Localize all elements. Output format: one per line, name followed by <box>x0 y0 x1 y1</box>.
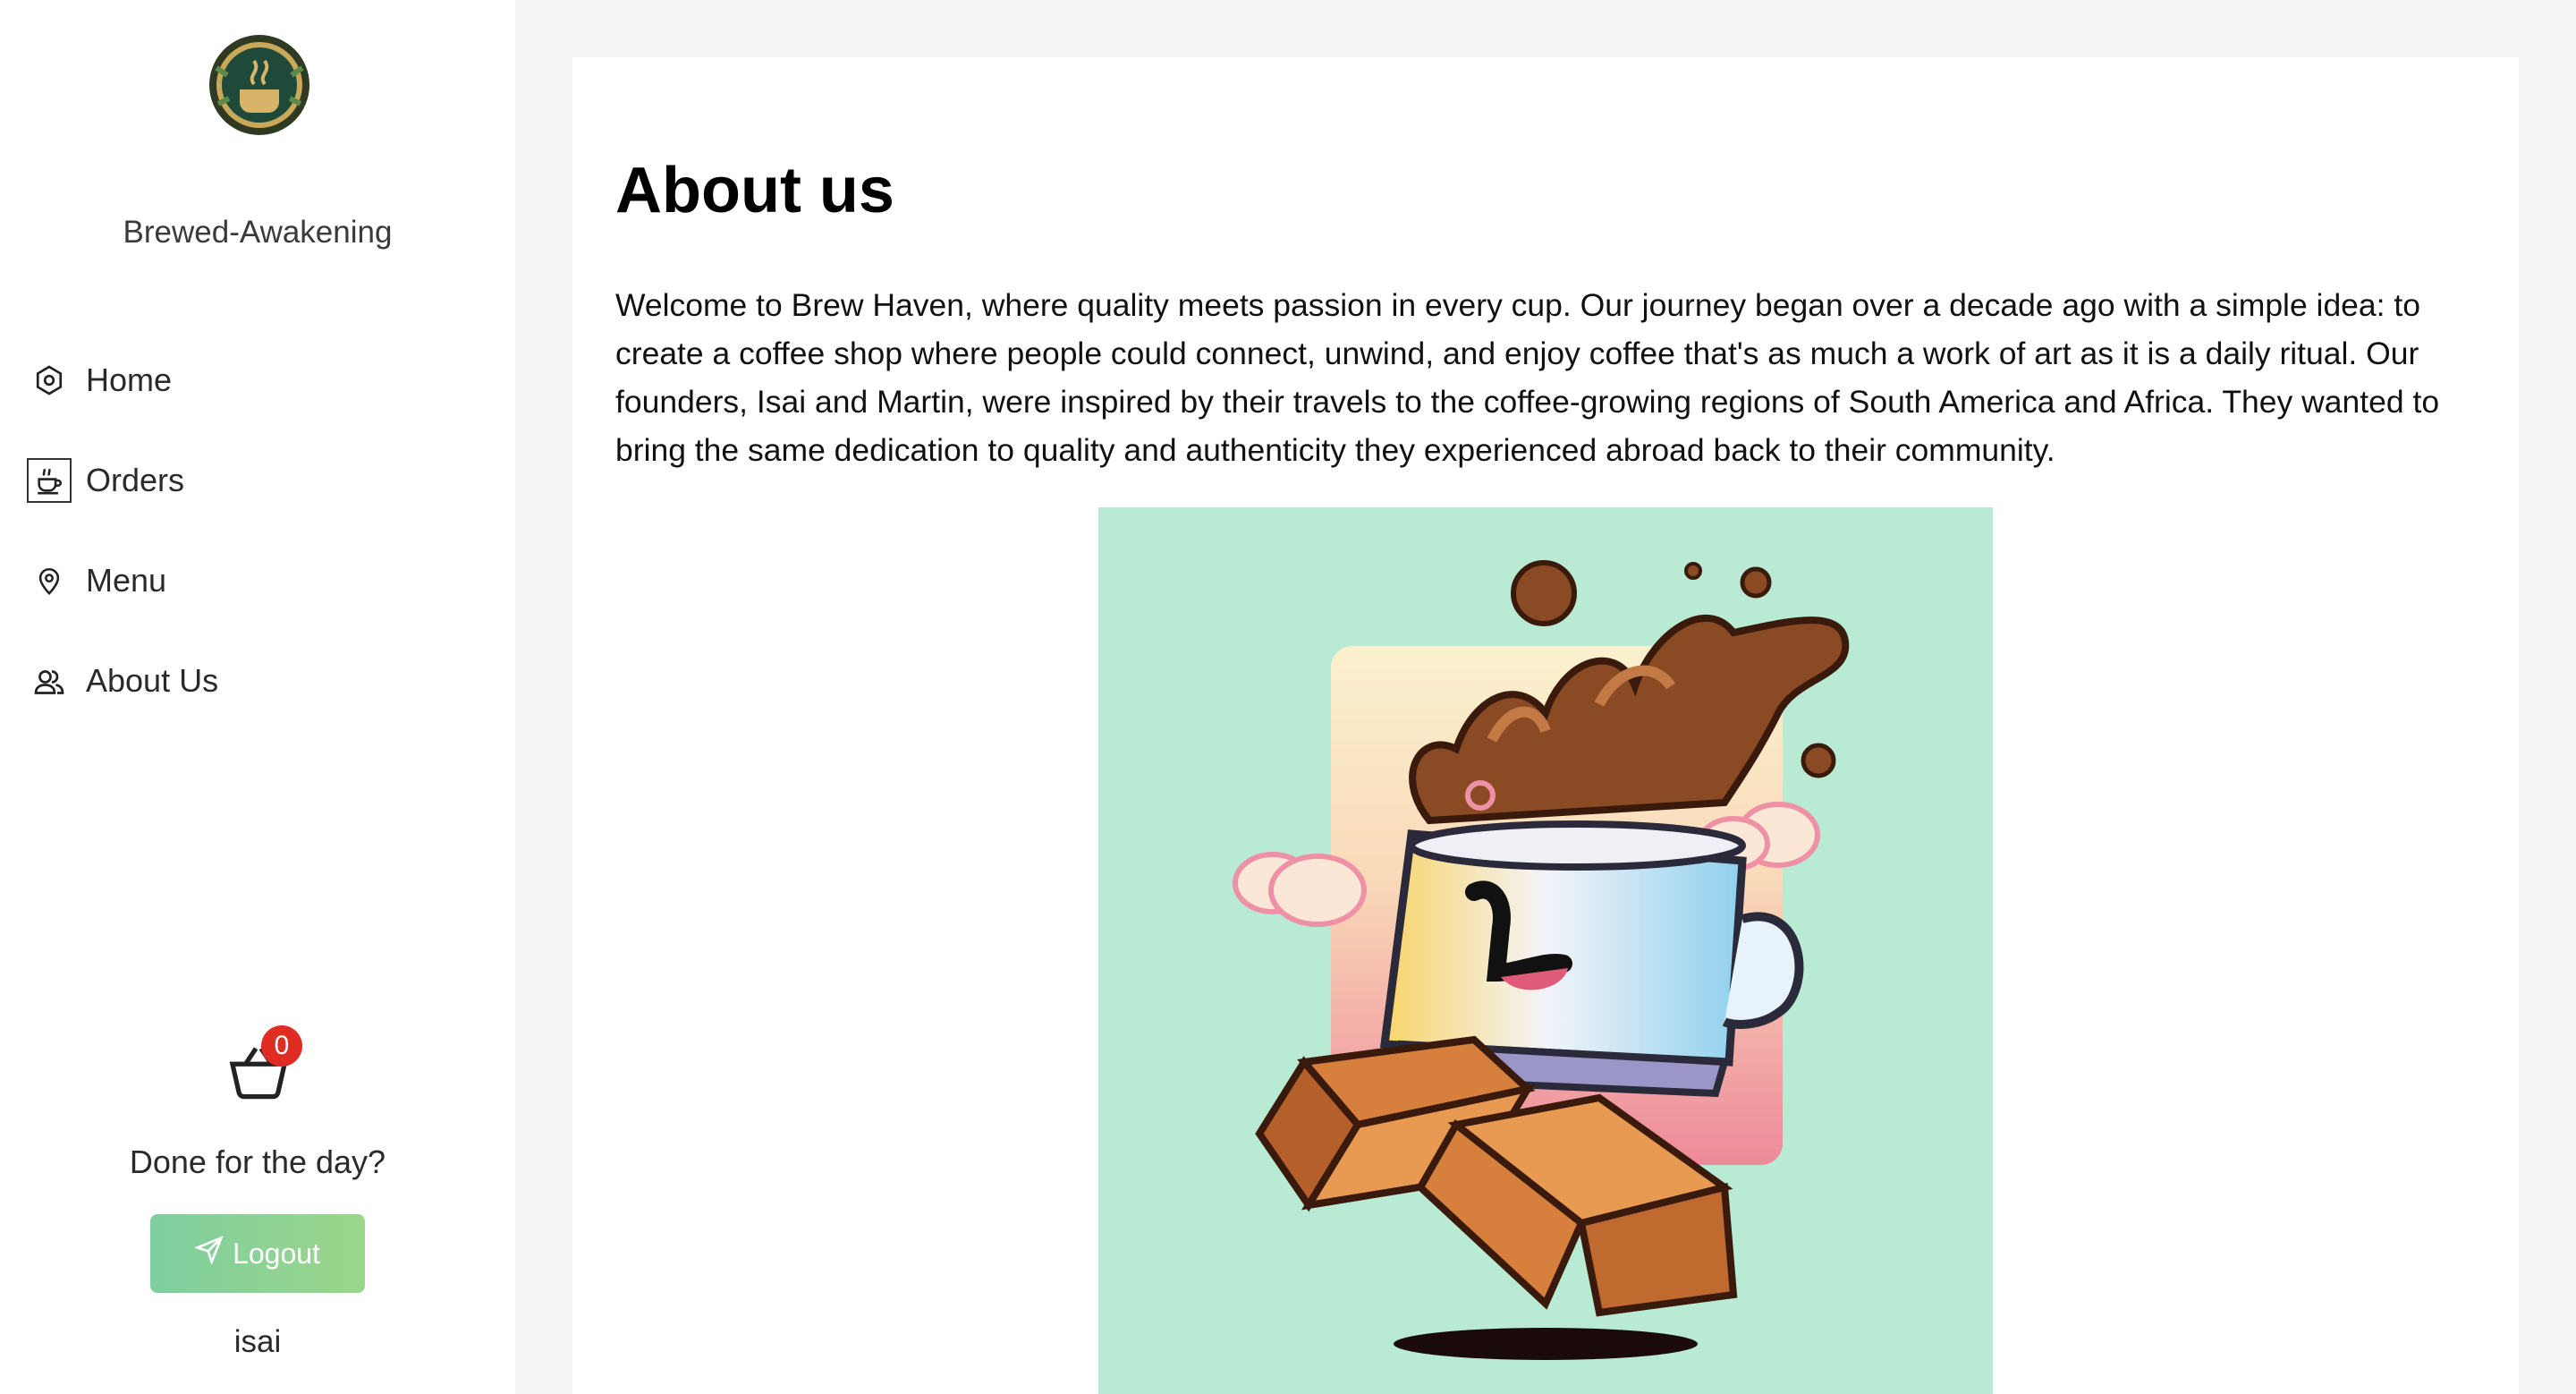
sidebar-item-home[interactable]: Home <box>27 349 474 412</box>
done-for-day-text: Done for the day? <box>129 1143 386 1180</box>
about-intro-text: Welcome to Brew Haven, where quality mee… <box>615 287 2440 468</box>
brand-logo[interactable] <box>200 32 318 138</box>
about-card: About us Welcome to Brew Haven, where qu… <box>572 57 2519 1394</box>
cart-button[interactable]: 0 <box>227 1025 308 1101</box>
location-pin-icon <box>27 558 72 603</box>
page-title: About us <box>615 155 894 226</box>
sidebar-item-menu[interactable]: Menu <box>27 549 474 612</box>
sidebar-item-orders[interactable]: Orders <box>27 449 474 512</box>
username: isai <box>233 1324 282 1359</box>
logout-button[interactable]: Logout <box>150 1214 365 1293</box>
sidebar-item-about-us[interactable]: About Us <box>27 650 474 712</box>
sidebar: Brewed-Awakening Home Orders Menu About … <box>0 0 515 1394</box>
hero-image <box>1098 507 1993 1394</box>
sidebar-item-label: Orders <box>86 462 185 498</box>
logout-label: Logout <box>233 1237 320 1270</box>
sidebar-item-label: About Us <box>86 662 219 699</box>
cart-count-badge: 0 <box>261 1025 302 1067</box>
hexagon-icon <box>27 358 72 403</box>
sidebar-item-label: Home <box>86 361 173 398</box>
send-icon <box>193 1236 233 1271</box>
sidebar-item-label: Menu <box>86 562 167 599</box>
coffee-cup-icon <box>27 458 72 503</box>
brand-name: Brewed-Awakening <box>123 215 393 250</box>
users-icon <box>27 659 72 703</box>
